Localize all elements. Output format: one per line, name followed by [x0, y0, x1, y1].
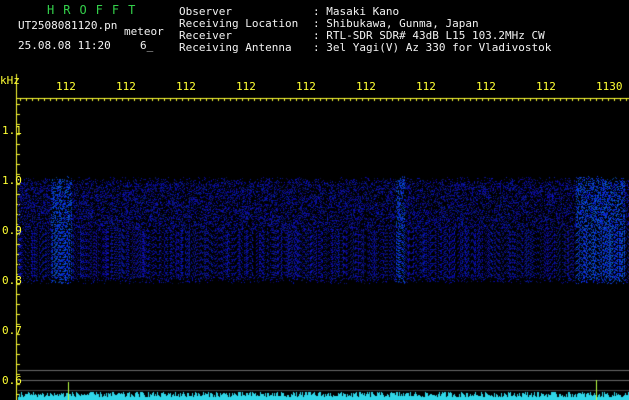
- y-tick-label: 0.8: [2, 274, 22, 287]
- x-tick-label: 112: [296, 80, 316, 93]
- x-tick-label: 112: [536, 80, 556, 93]
- brand-title: HROFFT: [47, 3, 145, 17]
- datetime-label: 25.08.08 11:20: [18, 39, 111, 52]
- spectrogram-canvas: [0, 0, 629, 400]
- extra-label: 6_: [140, 39, 154, 52]
- y-tick-label: 1.1: [2, 124, 22, 137]
- antenna-value: : 3el Yagi(V) Az 330 for Vladivostok: [313, 41, 552, 54]
- filename-label: UT2508081120.pn: [18, 19, 118, 32]
- x-tick-label: 112: [476, 80, 496, 93]
- x-tick-label: 112: [356, 80, 376, 93]
- mode-label: meteor: [124, 25, 164, 38]
- y-tick-label: 0.6: [2, 374, 22, 387]
- x-tick-label: 112: [236, 80, 256, 93]
- y-tick-label: 0.9: [2, 224, 22, 237]
- x-tick-label: 112: [416, 80, 436, 93]
- x-tick-label: 1130: [596, 80, 623, 93]
- x-tick-label: 112: [176, 80, 196, 93]
- y-tick-label: 1.0: [2, 174, 22, 187]
- x-tick-label: 112: [56, 80, 76, 93]
- x-tick-label: 112: [116, 80, 136, 93]
- antenna-label: Receiving Antenna: [179, 41, 292, 54]
- y-axis-unit: kHz: [0, 74, 20, 87]
- y-tick-label: 0.7: [2, 324, 22, 337]
